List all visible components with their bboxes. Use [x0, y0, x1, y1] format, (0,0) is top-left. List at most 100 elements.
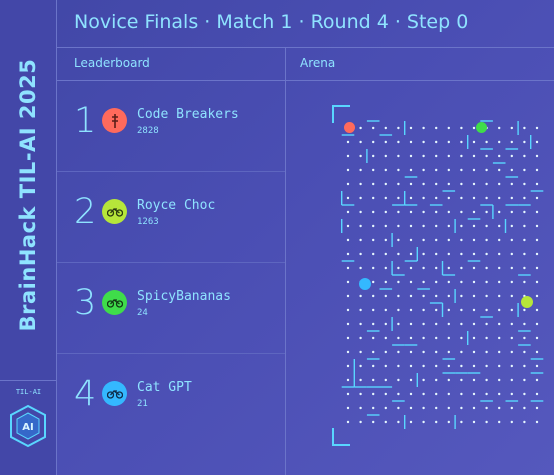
maze-dot	[397, 238, 400, 242]
maze-dot	[510, 406, 513, 410]
maze-dot	[485, 336, 488, 340]
maze-dot	[472, 406, 476, 410]
maze-dot	[485, 266, 488, 270]
maze-dot	[535, 308, 539, 312]
maze-dot	[460, 238, 463, 242]
agent-spicybananas-marker	[476, 122, 487, 133]
maze-dot	[422, 126, 425, 130]
maze-dot	[535, 196, 539, 200]
maze-dot	[409, 322, 413, 326]
maze-dot	[535, 252, 539, 256]
maze-dot	[359, 406, 362, 410]
maze-dot	[535, 294, 539, 298]
leaderboard-row: 1 Code Breakers 2828	[57, 81, 285, 172]
maze-dot	[422, 154, 425, 158]
maze-dot	[346, 182, 350, 186]
maze-dot	[346, 168, 350, 172]
maze-dot	[359, 420, 362, 424]
maze-dot	[422, 294, 425, 298]
maze-dot	[447, 350, 450, 354]
maze-dot	[359, 378, 362, 382]
maze-dot	[397, 308, 400, 312]
maze-dot	[523, 224, 526, 228]
maze-dot	[523, 238, 526, 242]
maze-dot	[472, 294, 476, 298]
maze-grid	[340, 120, 544, 429]
maze-dot	[384, 126, 387, 130]
maze-dot	[447, 182, 450, 186]
maze-dot	[510, 266, 513, 270]
maze-dot	[535, 266, 539, 270]
maze-dot	[422, 196, 425, 200]
brand-divider	[0, 380, 57, 381]
maze-dot	[485, 210, 488, 214]
maze-dot	[384, 350, 387, 354]
leaderboard-row: 3 SpicyBananas 24	[57, 263, 285, 354]
maze-dot	[422, 420, 425, 424]
maze-dot	[523, 280, 526, 284]
maze-dot	[498, 406, 501, 410]
maze-dot	[447, 308, 450, 312]
maze-dot	[397, 322, 400, 326]
maze-dot	[447, 266, 450, 270]
maze-dot	[472, 420, 476, 424]
maze-dot	[498, 196, 501, 200]
maze-dot	[359, 252, 362, 256]
maze-dot	[510, 392, 513, 396]
maze-dot	[359, 126, 362, 130]
screen: BrainHack TIL-AI 2025 TIL-AI AI Novice F…	[0, 0, 554, 475]
maze-dot	[510, 140, 513, 144]
maze-dot	[485, 238, 488, 242]
maze-dot	[498, 224, 501, 228]
maze-dot	[447, 224, 450, 228]
maze-dot	[447, 238, 450, 242]
maze-dot	[422, 252, 425, 256]
arena-heading: Arena	[300, 56, 336, 70]
maze-dot	[346, 252, 350, 256]
maze-dot	[535, 392, 539, 396]
maze-dot	[359, 210, 362, 214]
maze-dot	[460, 378, 463, 382]
pin-icon	[111, 113, 118, 128]
maze-dot	[535, 350, 539, 354]
maze-dot	[510, 350, 513, 354]
maze-dot	[346, 378, 350, 382]
maze-dot	[447, 392, 450, 396]
maze-dot	[435, 154, 438, 158]
maze-dot	[460, 308, 463, 312]
maze-dot	[435, 168, 438, 172]
agent-cat-gpt-marker	[359, 278, 371, 290]
maze-dot	[422, 280, 425, 284]
maze-dot	[422, 140, 425, 144]
maze-dot	[472, 140, 476, 144]
maze-dot	[460, 294, 463, 298]
maze-dot	[472, 238, 476, 242]
maze-dot	[359, 294, 362, 298]
maze-dot	[346, 196, 350, 200]
maze-dot	[359, 350, 362, 354]
team-avatar	[102, 199, 127, 224]
maze-dot	[510, 294, 513, 298]
maze-dot	[523, 154, 526, 158]
maze-dot	[498, 420, 501, 424]
bicycle-icon	[106, 207, 123, 217]
maze-dot	[422, 224, 425, 228]
maze-dot	[422, 350, 425, 354]
maze-dot	[359, 154, 362, 158]
maze-dot	[359, 168, 362, 172]
maze-dot	[346, 224, 350, 228]
maze-dot	[460, 154, 463, 158]
maze-dot	[510, 196, 513, 200]
maze-dot	[435, 294, 438, 298]
team-score: 24	[137, 308, 148, 318]
maze-dot	[460, 350, 463, 354]
maze-dot	[435, 308, 438, 312]
maze-dot	[422, 182, 425, 186]
maze-dot	[435, 210, 438, 214]
maze-dot	[422, 406, 425, 410]
maze-dot	[485, 280, 488, 284]
maze-dot	[435, 392, 438, 396]
maze-dot	[384, 140, 387, 144]
maze-dot	[359, 182, 362, 186]
maze-dot	[372, 126, 375, 130]
